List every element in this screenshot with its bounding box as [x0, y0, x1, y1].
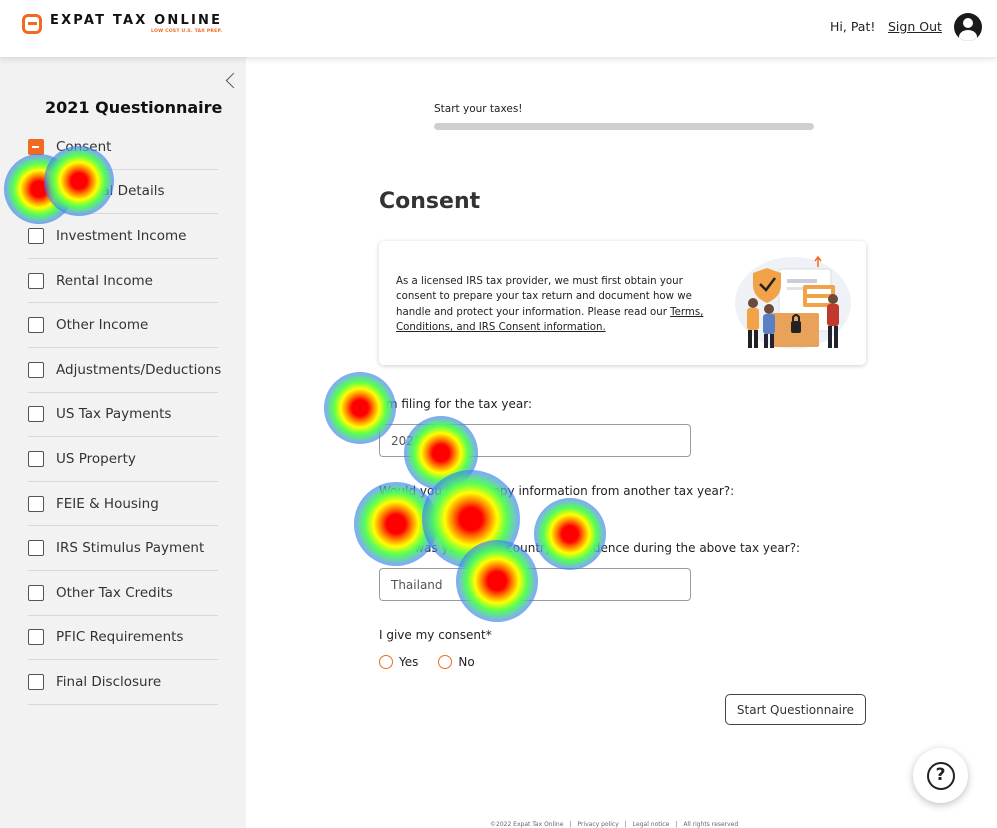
sidebar-item-label: IRS Stimulus Payment — [56, 540, 205, 557]
footer-copyright: ©2022 Expat Tax Online — [490, 821, 564, 828]
progress-label: Start your taxes! — [434, 103, 523, 115]
checkbox-icon — [28, 361, 44, 378]
questionnaire-sidebar: 2021 Questionnaire Consent Personal Deta… — [0, 57, 246, 828]
sidebar-item-final-disclosure[interactable]: Final Disclosure — [28, 660, 218, 705]
checkbox-icon — [28, 183, 44, 200]
consent-description-text: As a licensed IRS tax provider, we must … — [396, 276, 692, 318]
sidebar-item-label: Other Income — [56, 317, 149, 334]
sidebar-item-personal-details[interactable]: Personal Details — [28, 170, 218, 215]
sidebar-item-label: US Tax Payments — [56, 406, 172, 423]
consent-info-card: As a licensed IRS tax provider, we must … — [379, 241, 866, 365]
logo-icon — [22, 14, 42, 34]
consent-radio-group: Yes No — [379, 655, 495, 669]
checkbox-icon — [28, 406, 44, 423]
sidebar-item-rental-income[interactable]: Rental Income — [28, 259, 218, 304]
checkbox-icon — [28, 317, 44, 334]
checkbox-icon — [28, 629, 44, 646]
checkbox-icon — [28, 584, 44, 601]
checkbox-icon — [28, 495, 44, 512]
radio-circle-icon — [379, 655, 393, 669]
sign-out-link[interactable]: Sign Out — [888, 19, 942, 34]
sidebar-item-other-income[interactable]: Other Income — [28, 303, 218, 348]
checkbox-icon — [28, 450, 44, 467]
sidebar-item-label: FEIE & Housing — [56, 495, 159, 512]
tax-year-input[interactable] — [379, 424, 691, 457]
footer-legal-link[interactable]: Legal notice — [633, 821, 669, 828]
sidebar-item-label: US Property — [56, 450, 136, 467]
tax-year-label: I'm filing for the tax year: — [379, 397, 533, 411]
user-account-icon[interactable] — [954, 13, 982, 41]
sidebar-item-investment-income[interactable]: Investment Income — [28, 214, 218, 259]
footer-privacy-link[interactable]: Privacy policy — [577, 821, 618, 828]
sidebar-item-label: Rental Income — [56, 272, 153, 289]
sidebar-item-label: Adjustments/Deductions — [56, 361, 222, 378]
brand-logo[interactable]: EXPAT TAX ONLINE LOW COST U.S. TAX PREP. — [22, 14, 222, 34]
checkbox-icon — [28, 227, 44, 244]
checkbox-icon — [28, 272, 44, 289]
consent-question-label: I give my consent* — [379, 628, 492, 642]
sidebar-item-other-tax-credits[interactable]: Other Tax Credits — [28, 571, 218, 616]
footer-rights: All rights reserved — [683, 821, 739, 828]
sidebar-item-us-property[interactable]: US Property — [28, 437, 218, 482]
radio-no-label: No — [458, 655, 475, 669]
page-title: Consent — [379, 189, 481, 214]
checkbox-icon — [28, 138, 44, 155]
consent-description: As a licensed IRS tax provider, we must … — [396, 274, 716, 336]
sidebar-item-us-tax-payments[interactable]: US Tax Payments — [28, 393, 218, 438]
copy-tax-year-label: Would you like to copy information from … — [379, 484, 735, 498]
radio-circle-icon — [438, 655, 453, 669]
sidebar-item-label: Investment Income — [56, 227, 187, 244]
checkbox-icon — [28, 673, 44, 690]
sidebar-item-consent[interactable]: Consent — [28, 125, 218, 170]
page-footer: ©2022 Expat Tax Online | Privacy policy | Le… — [490, 821, 739, 828]
top-header: EXPAT TAX ONLINE LOW COST U.S. TAX PREP.… — [0, 0, 997, 57]
checkbox-icon — [28, 540, 44, 557]
consent-no-radio[interactable]: No — [438, 655, 475, 669]
sidebar-title: 2021 Questionnaire — [45, 98, 223, 117]
security-illustration-icon — [735, 255, 851, 349]
radio-yes-label: Yes — [399, 655, 419, 669]
sidebar-item-label: Personal Details — [56, 183, 165, 200]
heatmap-spot — [534, 498, 606, 570]
sidebar-item-pfic-requirements[interactable]: PFIC Requirements — [28, 616, 218, 661]
sidebar-item-irs-stimulus-payment[interactable]: IRS Stimulus Payment — [28, 526, 218, 571]
help-question-icon: ? — [926, 761, 955, 790]
sidebar-item-label: PFIC Requirements — [56, 629, 184, 646]
sidebar-item-feie-housing[interactable]: FEIE & Housing — [28, 482, 218, 527]
sidebar-item-adjustments-deductions[interactable]: Adjustments/Deductions — [28, 348, 222, 393]
sidebar-item-label: Final Disclosure — [56, 673, 162, 690]
start-questionnaire-button[interactable]: Start Questionnaire — [725, 694, 866, 725]
sidebar-item-label: Consent — [56, 138, 112, 155]
help-button[interactable]: ? — [913, 748, 968, 803]
logo-tagline: LOW COST U.S. TAX PREP. — [151, 29, 223, 34]
chevron-left-icon[interactable] — [224, 71, 238, 93]
sidebar-item-label: Other Tax Credits — [56, 584, 173, 601]
progress-bar — [434, 123, 814, 130]
sidebar-nav: Consent Personal Details Investment Inco… — [28, 125, 222, 705]
country-input[interactable] — [379, 568, 691, 601]
user-greeting: Hi, Pat! — [830, 19, 876, 34]
country-label: What was your main country of residence … — [379, 541, 801, 555]
logo-name: EXPAT TAX ONLINE — [50, 13, 223, 28]
consent-yes-radio[interactable]: Yes — [379, 655, 418, 669]
